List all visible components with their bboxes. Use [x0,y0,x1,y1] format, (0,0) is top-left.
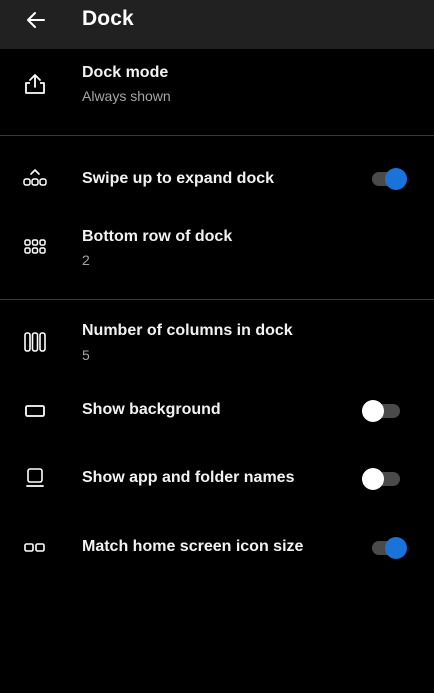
setting-title: Number of columns in dock [82,322,293,339]
toggle-thumb [362,468,384,490]
setting-icon-size[interactable]: Match home screen icon size [0,526,434,570]
setting-background[interactable]: Show background [0,389,434,433]
icon-size-toggle[interactable] [370,536,408,560]
setting-value: 2 [82,252,90,268]
swipe-up-icon [22,167,48,191]
icon-size-icon [22,536,48,560]
upload-icon [22,72,48,96]
setting-title: Show background [82,401,221,418]
divider [0,135,434,136]
setting-columns[interactable]: Number of columns in dock 5 [0,310,434,380]
back-button[interactable] [20,6,52,34]
toggle-thumb [362,400,384,422]
setting-title: Swipe up to expand dock [82,170,275,187]
setting-value: Always shown [82,88,171,104]
app-bar: Dock [0,0,434,49]
names-toggle[interactable] [362,467,408,491]
setting-dock-mode[interactable]: Dock mode Always shown [0,49,434,135]
divider [0,299,434,300]
setting-title: Show app and folder names [82,469,295,486]
setting-bottom-row[interactable]: Bottom row of dock 2 [0,215,434,285]
setting-names[interactable]: Show app and folder names [0,457,434,501]
swipe-up-toggle[interactable] [370,167,408,191]
setting-title: Bottom row of dock [82,228,233,245]
page-title: Dock [82,7,134,30]
label-icon [22,466,48,490]
setting-title: Match home screen icon size [82,538,304,555]
columns-icon [22,330,48,354]
setting-swipe-up[interactable]: Swipe up to expand dock [0,158,434,202]
rectangle-icon [22,399,48,423]
toggle-thumb [385,537,407,559]
grid-icon [22,235,48,259]
toggle-thumb [385,168,407,190]
setting-title: Dock mode [82,64,169,81]
background-toggle[interactable] [362,399,408,423]
arrow-left-icon [27,12,45,28]
setting-value: 5 [82,347,90,363]
